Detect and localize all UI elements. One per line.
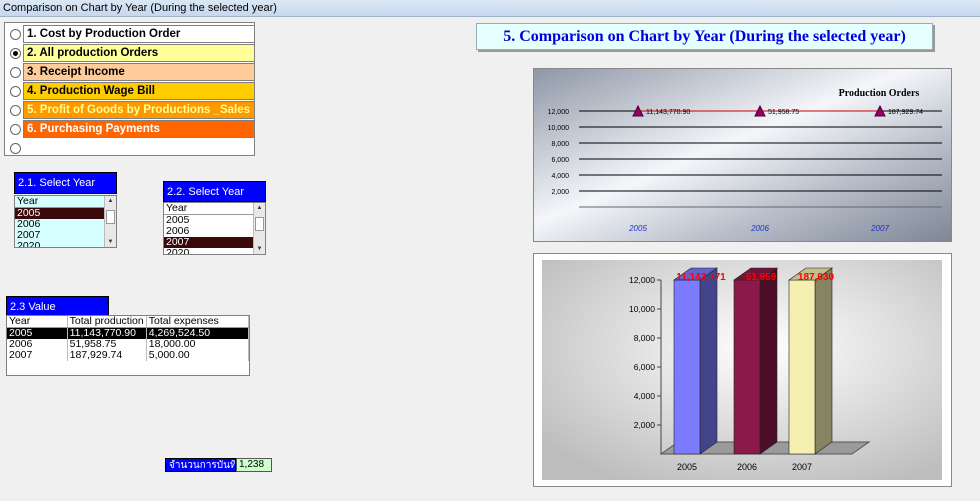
data-label: 187,930 [798, 272, 835, 283]
value-table-header: 2.3 Value [6, 296, 109, 316]
table-row[interactable]: 2007 187,929.74 5,000.00 [7, 350, 250, 361]
scroll-down-icon[interactable]: ▼ [105, 237, 116, 247]
window-title-bar: Comparison on Chart by Year (During the … [0, 0, 980, 17]
menu-option-5[interactable]: 5. Profit of Goods by Productions _Sales [23, 101, 255, 119]
select-year-1-header: 2.1. Select Year [14, 172, 117, 194]
table-row[interactable]: 2005 11,143,770.90 4,269,524.50 [7, 327, 250, 339]
select-year-1-title: 2.1. Select Year [18, 177, 96, 189]
y-tick-label: 2,000 [634, 420, 656, 430]
y-tick-label: 2,000 [551, 189, 569, 196]
menu-radio-6[interactable] [10, 124, 21, 135]
x-tick-label: 2006 [750, 224, 769, 233]
x-tick-label: 2005 [628, 224, 647, 233]
value-table-title: 2.3 Value [10, 301, 56, 313]
page-title: 5. Comparison on Chart by Year (During t… [476, 23, 933, 50]
y-tick-label: 10,000 [629, 304, 655, 314]
scroll-thumb[interactable] [106, 210, 115, 224]
bar-chart-frame: 2,000 4,000 6,000 8,000 10,000 12,000 11,143,7… [533, 253, 952, 487]
bar-side [814, 267, 833, 455]
menu-radio-4[interactable] [10, 86, 21, 97]
report-menu: 1. Cost by Production Order 2. All produc… [4, 22, 255, 156]
bar [788, 279, 816, 455]
y-tick-label: 10,000 [548, 125, 570, 132]
y-tick-label: 6,000 [634, 362, 656, 372]
scroll-up-icon[interactable]: ▲ [254, 203, 265, 213]
table-cell: 5,000.00 [146, 350, 250, 361]
data-label: 11,143,771 [676, 272, 726, 283]
y-tick-label: 8,000 [634, 333, 656, 343]
x-tick-label: 2006 [737, 462, 757, 472]
list-item[interactable]: 2020 [164, 248, 265, 255]
scroll-down-icon[interactable]: ▼ [254, 244, 265, 254]
window-title: Comparison on Chart by Year (During the … [3, 2, 277, 14]
table-header-cell: Year [7, 316, 68, 328]
select-year-2-title: 2.2. Select Year [167, 186, 245, 198]
scrollbar[interactable]: ▲ ▼ [104, 196, 116, 247]
menu-option-6[interactable]: 6. Purchasing Payments [23, 120, 255, 138]
table-header-cell: Total expenses [146, 316, 250, 328]
menu-radio-1[interactable] [10, 29, 21, 40]
y-tick-label: 8,000 [551, 141, 569, 148]
y-tick-label: 12,000 [548, 109, 570, 116]
y-tick-label: 6,000 [551, 157, 569, 164]
line-chart: Production Orders 2,000 4,000 6,000 8,000 10,… [534, 69, 951, 241]
data-label: 11,143,770.90 [646, 109, 690, 116]
x-tick-label: 2007 [870, 224, 889, 233]
bar-side [699, 267, 718, 455]
select-year-2-header: 2.2. Select Year [163, 181, 266, 202]
table-cell: 187,929.74 [67, 350, 147, 361]
table-row[interactable]: 2006 51,958.75 18,000.00 [7, 339, 250, 350]
table-header-cell: Total production [67, 316, 147, 328]
list-item[interactable]: 2020 [15, 241, 116, 248]
select-year-1-list[interactable]: Year 2005 2006 2007 2020 ▲ ▼ [14, 195, 117, 248]
menu-radio-7[interactable] [10, 143, 21, 154]
y-tick-label: 4,000 [634, 391, 656, 401]
table-header-row: Year Total production Total expenses [7, 316, 250, 328]
data-label: 51,959 [746, 272, 777, 283]
value-table: Year Total production Total expenses 2005 11… [6, 315, 250, 376]
menu-option-1[interactable]: 1. Cost by Production Order [23, 25, 255, 43]
menu-radio-5[interactable] [10, 105, 21, 116]
bar-side [759, 267, 778, 455]
x-tick-label: 2007 [792, 462, 812, 472]
menu-radio-2[interactable] [10, 48, 21, 59]
table-cell: 2007 [7, 350, 68, 361]
record-count-value: 1,238 [236, 458, 272, 472]
x-tick-label: 2005 [677, 462, 697, 472]
scroll-up-icon[interactable]: ▲ [105, 196, 116, 206]
y-tick-label: 12,000 [629, 275, 655, 285]
data-label: 187,929.74 [888, 109, 923, 116]
bar [733, 279, 761, 455]
line-chart-frame: Production Orders 2,000 4,000 6,000 8,000 10,… [533, 68, 952, 242]
chart-title: Production Orders [839, 88, 920, 99]
menu-option-4[interactable]: 4. Production Wage Bill [23, 82, 255, 100]
data-label: 51,958.75 [768, 109, 799, 116]
bar-chart: 2,000 4,000 6,000 8,000 10,000 12,000 11,143,7… [534, 254, 951, 486]
scrollbar[interactable]: ▲ ▼ [253, 203, 265, 254]
menu-option-2[interactable]: 2. All production Orders [23, 44, 255, 62]
select-year-2-list[interactable]: Year 2005 2006 2007 2020 ▲ ▼ [163, 202, 266, 255]
menu-radio-3[interactable] [10, 67, 21, 78]
menu-option-3[interactable]: 3. Receipt Income [23, 63, 255, 81]
bar [673, 279, 701, 455]
y-tick-label: 4,000 [551, 173, 569, 180]
scroll-thumb[interactable] [255, 217, 264, 231]
record-count-label: จำนวนการบันทึก [165, 458, 236, 472]
